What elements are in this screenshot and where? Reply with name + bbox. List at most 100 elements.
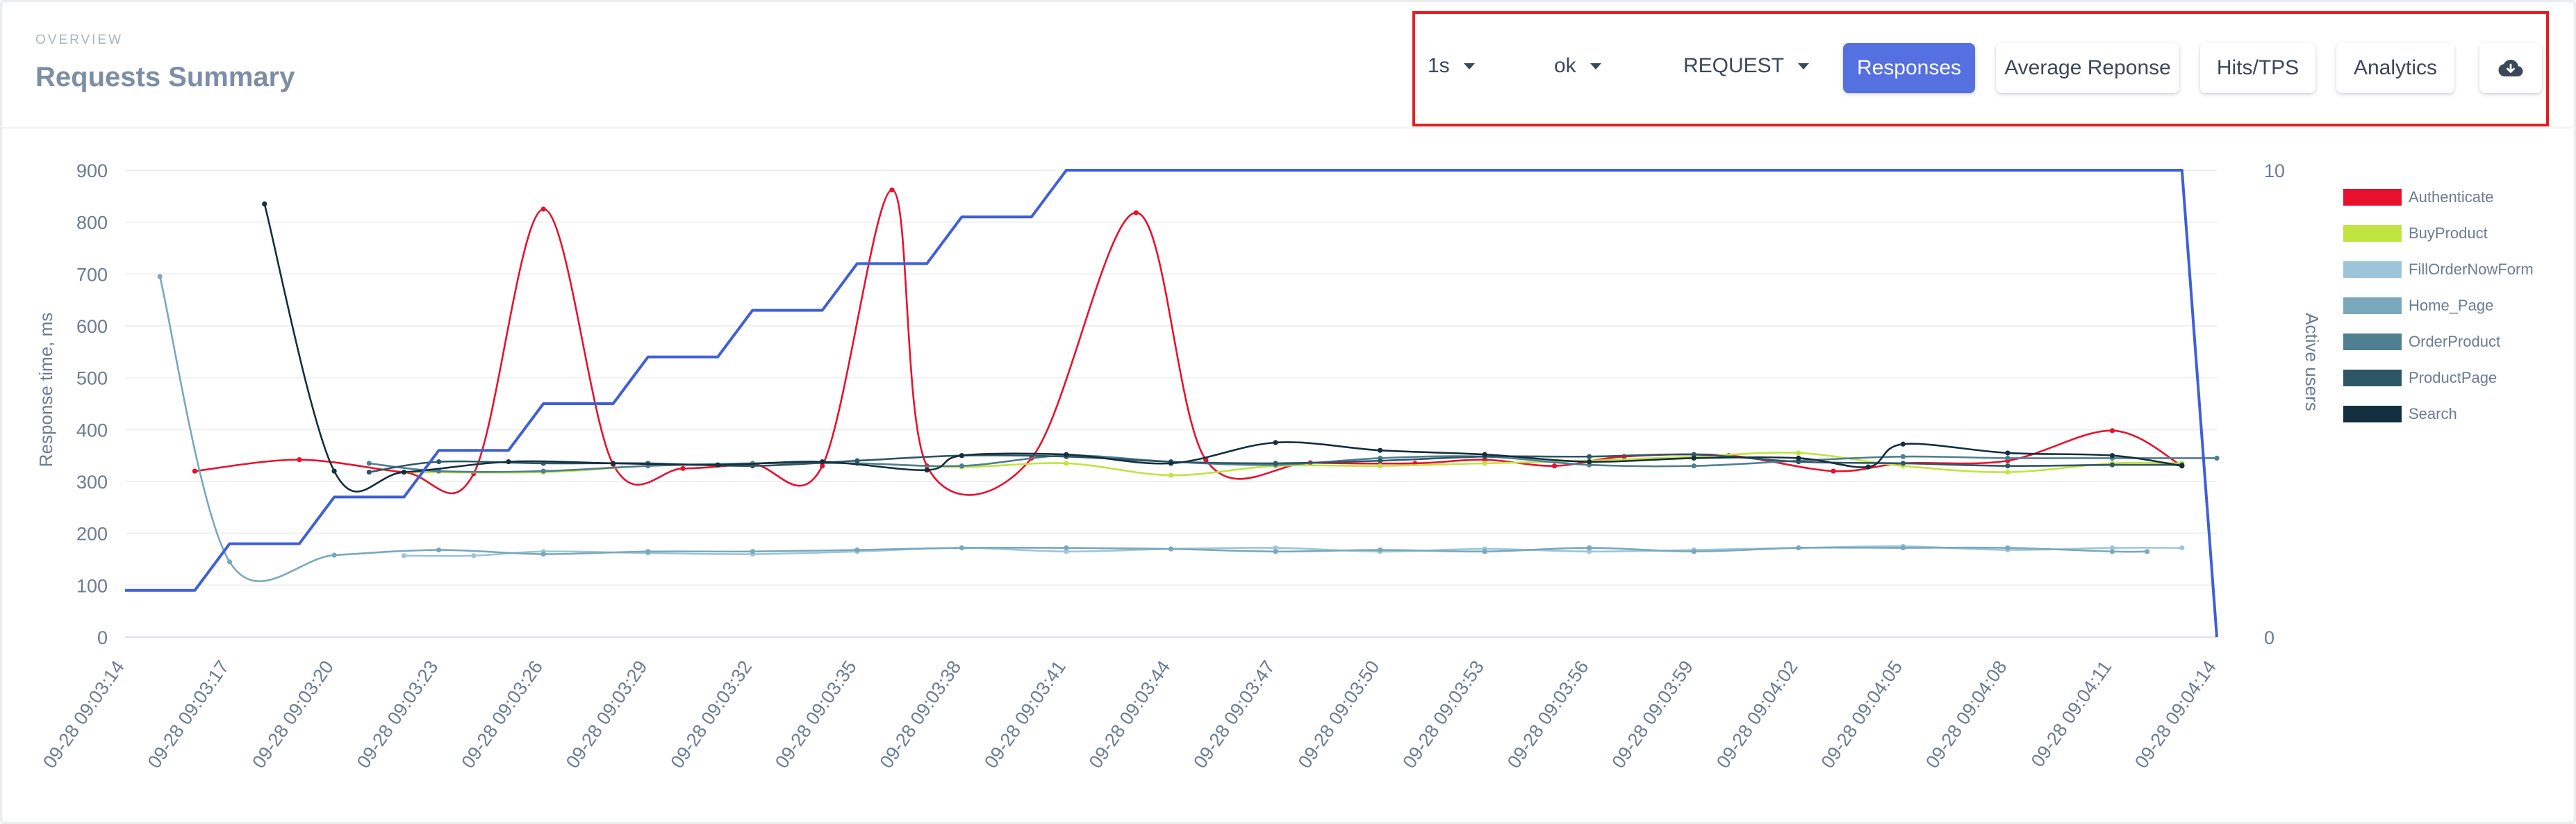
data-point [680, 465, 686, 471]
x-tick-label: 09-28 09:03:35 [771, 657, 861, 772]
data-point [1691, 455, 1696, 461]
data-point [2005, 450, 2011, 456]
page-title: Requests Summary [35, 62, 295, 92]
data-point [506, 459, 511, 465]
data-point [854, 458, 860, 463]
download-button[interactable] [2479, 43, 2542, 93]
data-point [2005, 545, 2011, 551]
hits-tps-button[interactable]: Hits/TPS [2200, 43, 2315, 93]
data-point [1796, 450, 1801, 456]
y2-tick-label: 10 [2264, 160, 2285, 181]
legend-item[interactable]: ProductPage [2343, 369, 2497, 387]
data-point [1796, 545, 1801, 551]
analytics-button[interactable]: Analytics [2336, 43, 2454, 93]
card-header: OVERVIEW Requests Summary 1s ok REQUEST … [2, 2, 2576, 129]
status-dropdown[interactable]: ok [1554, 54, 1601, 78]
data-point [262, 201, 267, 207]
y-tick-label: 300 [76, 472, 108, 493]
x-tick-label: 09-28 09:03:50 [1294, 657, 1384, 772]
data-point [540, 206, 546, 212]
chart-toolbar: 1s ok REQUEST Responses Average Reponse … [1412, 11, 2549, 126]
x-tick-label: 09-28 09:04:02 [1712, 657, 1802, 772]
data-point [1482, 461, 1487, 466]
status-value: ok [1554, 54, 1576, 77]
data-point [2109, 462, 2115, 468]
responses-button[interactable]: Responses [1843, 43, 1975, 93]
data-point [2179, 545, 2185, 551]
data-point [1378, 458, 1383, 463]
data-point [1168, 472, 1174, 478]
legend-item[interactable]: Authenticate [2343, 188, 2493, 206]
data-point [924, 467, 930, 473]
grid [125, 170, 2217, 638]
type-dropdown[interactable]: REQUEST [1683, 54, 1810, 78]
overview-label: OVERVIEW [35, 33, 124, 47]
data-point [297, 457, 302, 463]
y-tick-label: 500 [76, 368, 108, 389]
data-point [1378, 447, 1383, 453]
legend-label: ProductPage [2409, 369, 2497, 386]
data-point [366, 469, 372, 475]
legend-label: Authenticate [2409, 188, 2494, 206]
y2-axis-ticks: 0 10 [2264, 160, 2285, 648]
chevron-down-icon [1590, 63, 1601, 69]
data-point [2214, 455, 2220, 461]
series-line [263, 204, 2183, 493]
interval-value: 1s [1428, 54, 1450, 77]
x-tick-label: 09-28 09:03:26 [457, 657, 547, 772]
chevron-down-icon [1798, 63, 1810, 69]
legend-item[interactable]: Search [2343, 405, 2457, 423]
x-tick-label: 09-28 09:03:47 [1189, 657, 1279, 772]
data-point [366, 461, 372, 466]
legend-item[interactable]: BuyProduct [2343, 224, 2488, 242]
type-value: REQUEST [1683, 54, 1785, 77]
data-point [540, 551, 546, 557]
data-point [2179, 463, 2185, 469]
data-point [959, 545, 964, 551]
y-tick-label: 700 [76, 264, 108, 285]
data-point [715, 462, 720, 468]
data-point [1587, 459, 1592, 465]
x-tick-label: 09-28 09:03:53 [1398, 657, 1488, 772]
cloud-download-icon [2498, 60, 2523, 76]
y-tick-label: 0 [97, 627, 108, 648]
x-tick-label: 09-28 09:04:05 [1817, 657, 1906, 772]
x-tick-label: 09-28 09:03:41 [980, 657, 1070, 772]
x-tick-label: 09-28 09:03:32 [666, 657, 756, 772]
interval-dropdown[interactable]: 1s [1428, 54, 1475, 78]
data-point [1900, 454, 1906, 459]
legend-swatch [2343, 333, 2402, 350]
data-point [1900, 545, 1906, 551]
x-tick-label: 09-28 09:03:23 [353, 657, 443, 772]
x-tick-label: 09-28 09:03:17 [144, 657, 233, 772]
data-point [1064, 452, 1069, 457]
legend-swatch [2343, 225, 2402, 242]
legend-swatch [2343, 189, 2402, 206]
average-response-button[interactable]: Average Reponse [1996, 43, 2179, 93]
data-point [1378, 463, 1383, 469]
y-tick-label: 600 [76, 316, 108, 337]
data-point [2109, 453, 2115, 459]
x-tick-label: 09-28 09:03:59 [1608, 657, 1697, 772]
data-point [1064, 545, 1069, 551]
legend-label: Search [2409, 405, 2457, 422]
data-point [401, 553, 407, 559]
legend-label: Home_Page [2409, 297, 2494, 314]
data-point [331, 552, 337, 558]
requests-chart: 0 100 200 300 400 500 600 700 800 900 0 10 09-28 0… [35, 160, 2322, 772]
series [157, 187, 2220, 582]
x-tick-label: 09-28 09:04:14 [2131, 657, 2220, 772]
series-authenticate [192, 187, 2185, 496]
data-point [1551, 463, 1558, 469]
x-tick-label: 09-28 09:03:56 [1503, 657, 1593, 772]
data-point [2005, 463, 2011, 469]
legend-item[interactable]: Home_Page [2343, 297, 2493, 315]
legend-label: OrderProduct [2409, 333, 2501, 350]
legend-item[interactable]: OrderProduct [2343, 333, 2500, 351]
legend-swatch [2343, 261, 2402, 278]
y-tick-label: 900 [76, 160, 108, 181]
y2-tick-label: 0 [2264, 627, 2274, 648]
legend-item[interactable]: FillOrderNowForm [2343, 261, 2534, 279]
data-point [226, 559, 233, 565]
data-point [2005, 469, 2011, 475]
